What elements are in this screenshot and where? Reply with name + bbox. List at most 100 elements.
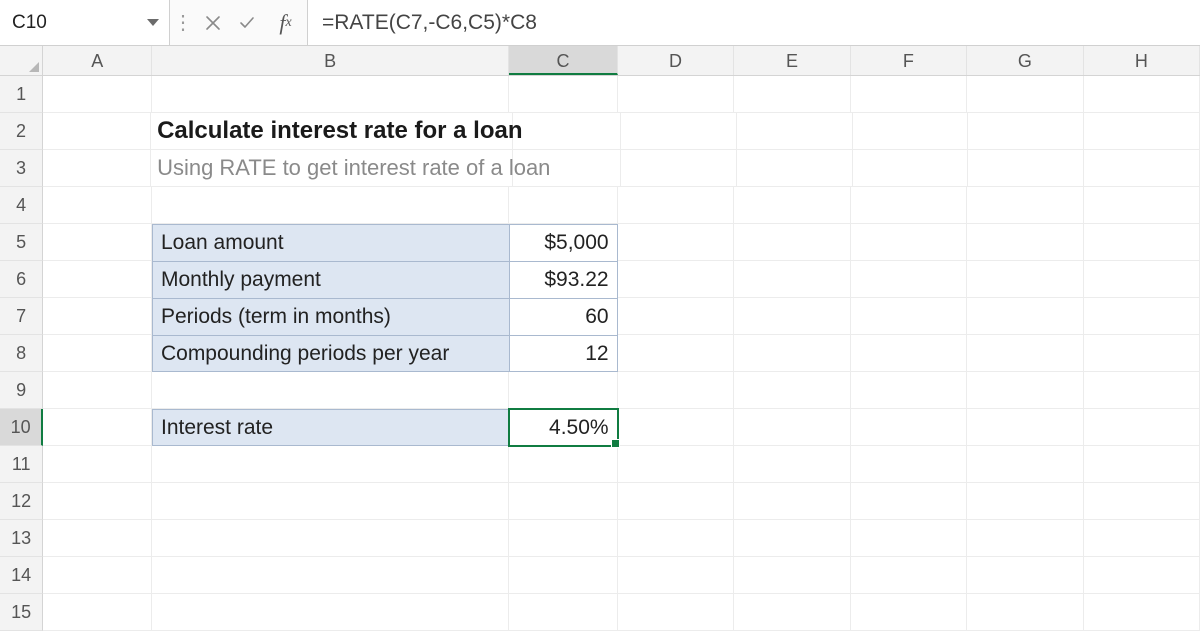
cell[interactable] bbox=[509, 76, 618, 113]
cell[interactable] bbox=[734, 409, 850, 446]
cell[interactable] bbox=[851, 483, 967, 520]
cell[interactable] bbox=[621, 113, 737, 150]
cell[interactable] bbox=[618, 76, 734, 113]
cell[interactable] bbox=[618, 520, 734, 557]
input-value[interactable]: $93.22 bbox=[509, 261, 618, 298]
cell[interactable] bbox=[43, 594, 152, 631]
cell[interactable] bbox=[734, 224, 850, 261]
cell[interactable] bbox=[734, 483, 850, 520]
cell[interactable] bbox=[1084, 483, 1200, 520]
cell[interactable] bbox=[734, 557, 850, 594]
cell[interactable] bbox=[43, 335, 152, 372]
cell[interactable] bbox=[1084, 113, 1200, 150]
cell[interactable] bbox=[509, 483, 618, 520]
cell[interactable] bbox=[853, 150, 969, 187]
enter-formula-button[interactable] bbox=[230, 0, 264, 45]
cell[interactable] bbox=[967, 372, 1083, 409]
cell[interactable] bbox=[851, 187, 967, 224]
cell[interactable] bbox=[152, 446, 509, 483]
input-value[interactable]: 60 bbox=[509, 298, 618, 335]
row-header[interactable]: 1 bbox=[0, 76, 43, 113]
cell[interactable] bbox=[734, 520, 850, 557]
row-header[interactable]: 7 bbox=[0, 298, 43, 335]
cell[interactable] bbox=[152, 557, 509, 594]
cell[interactable] bbox=[618, 557, 734, 594]
cell[interactable] bbox=[734, 76, 850, 113]
cell[interactable] bbox=[43, 483, 152, 520]
row-header[interactable]: 13 bbox=[0, 520, 43, 557]
cell[interactable] bbox=[1084, 187, 1200, 224]
cell[interactable] bbox=[968, 150, 1084, 187]
cell[interactable] bbox=[734, 261, 850, 298]
cell[interactable] bbox=[618, 446, 734, 483]
cell[interactable] bbox=[513, 113, 621, 150]
cell[interactable] bbox=[967, 594, 1083, 631]
cell[interactable] bbox=[1084, 446, 1200, 483]
page-subtitle[interactable]: Using RATE to get interest rate of a loa… bbox=[151, 150, 513, 187]
cell[interactable] bbox=[734, 446, 850, 483]
cell[interactable] bbox=[851, 594, 967, 631]
cell[interactable] bbox=[43, 298, 152, 335]
cell[interactable] bbox=[43, 446, 152, 483]
cell[interactable] bbox=[851, 372, 967, 409]
row-header[interactable]: 14 bbox=[0, 557, 43, 594]
row-header[interactable]: 5 bbox=[0, 224, 43, 261]
cell[interactable] bbox=[43, 187, 152, 224]
cell[interactable] bbox=[734, 187, 850, 224]
result-label[interactable]: Interest rate bbox=[152, 409, 509, 446]
input-label[interactable]: Monthly payment bbox=[152, 261, 509, 298]
cell[interactable] bbox=[967, 483, 1083, 520]
cell[interactable] bbox=[734, 372, 850, 409]
cell[interactable] bbox=[152, 372, 509, 409]
cell[interactable] bbox=[1084, 520, 1200, 557]
cell[interactable] bbox=[851, 76, 967, 113]
spreadsheet-grid[interactable]: A B C D E F G H 1 2 Calculate interest r… bbox=[0, 46, 1200, 631]
cell[interactable] bbox=[967, 520, 1083, 557]
cell[interactable] bbox=[1084, 372, 1200, 409]
cell[interactable] bbox=[43, 261, 152, 298]
cancel-formula-button[interactable] bbox=[196, 0, 230, 45]
select-all-corner[interactable] bbox=[0, 46, 43, 75]
cell[interactable] bbox=[851, 335, 967, 372]
row-header[interactable]: 4 bbox=[0, 187, 43, 224]
cell[interactable] bbox=[618, 261, 734, 298]
input-label[interactable]: Compounding periods per year bbox=[152, 335, 509, 372]
cell[interactable] bbox=[43, 372, 152, 409]
cell[interactable] bbox=[851, 557, 967, 594]
row-header[interactable]: 12 bbox=[0, 483, 43, 520]
col-header-A[interactable]: A bbox=[43, 46, 152, 75]
cell[interactable] bbox=[851, 409, 967, 446]
cell[interactable] bbox=[509, 594, 618, 631]
col-header-B[interactable]: B bbox=[152, 46, 509, 75]
cell[interactable] bbox=[43, 150, 151, 187]
cell[interactable] bbox=[618, 409, 734, 446]
input-label[interactable]: Loan amount bbox=[152, 224, 509, 261]
cell[interactable] bbox=[618, 372, 734, 409]
cell[interactable] bbox=[967, 224, 1083, 261]
input-value[interactable]: 12 bbox=[509, 335, 618, 372]
cell[interactable] bbox=[509, 520, 618, 557]
cell[interactable] bbox=[43, 520, 152, 557]
input-label[interactable]: Periods (term in months) bbox=[152, 298, 509, 335]
cell[interactable] bbox=[152, 594, 509, 631]
cell[interactable] bbox=[618, 335, 734, 372]
cell[interactable] bbox=[967, 261, 1083, 298]
col-header-E[interactable]: E bbox=[734, 46, 850, 75]
col-header-H[interactable]: H bbox=[1084, 46, 1200, 75]
insert-function-button[interactable]: fx bbox=[264, 0, 308, 45]
col-header-G[interactable]: G bbox=[967, 46, 1083, 75]
cell[interactable] bbox=[967, 335, 1083, 372]
row-header[interactable]: 3 bbox=[0, 150, 43, 187]
row-header[interactable]: 8 bbox=[0, 335, 43, 372]
cell[interactable] bbox=[1084, 76, 1200, 113]
cell[interactable] bbox=[967, 76, 1083, 113]
cell[interactable] bbox=[618, 224, 734, 261]
cell[interactable] bbox=[851, 520, 967, 557]
cell[interactable] bbox=[734, 594, 850, 631]
cell[interactable] bbox=[509, 557, 618, 594]
cell[interactable] bbox=[509, 446, 618, 483]
cell[interactable] bbox=[967, 557, 1083, 594]
cell[interactable] bbox=[967, 187, 1083, 224]
cell[interactable] bbox=[509, 372, 618, 409]
input-value[interactable]: $5,000 bbox=[509, 224, 618, 261]
